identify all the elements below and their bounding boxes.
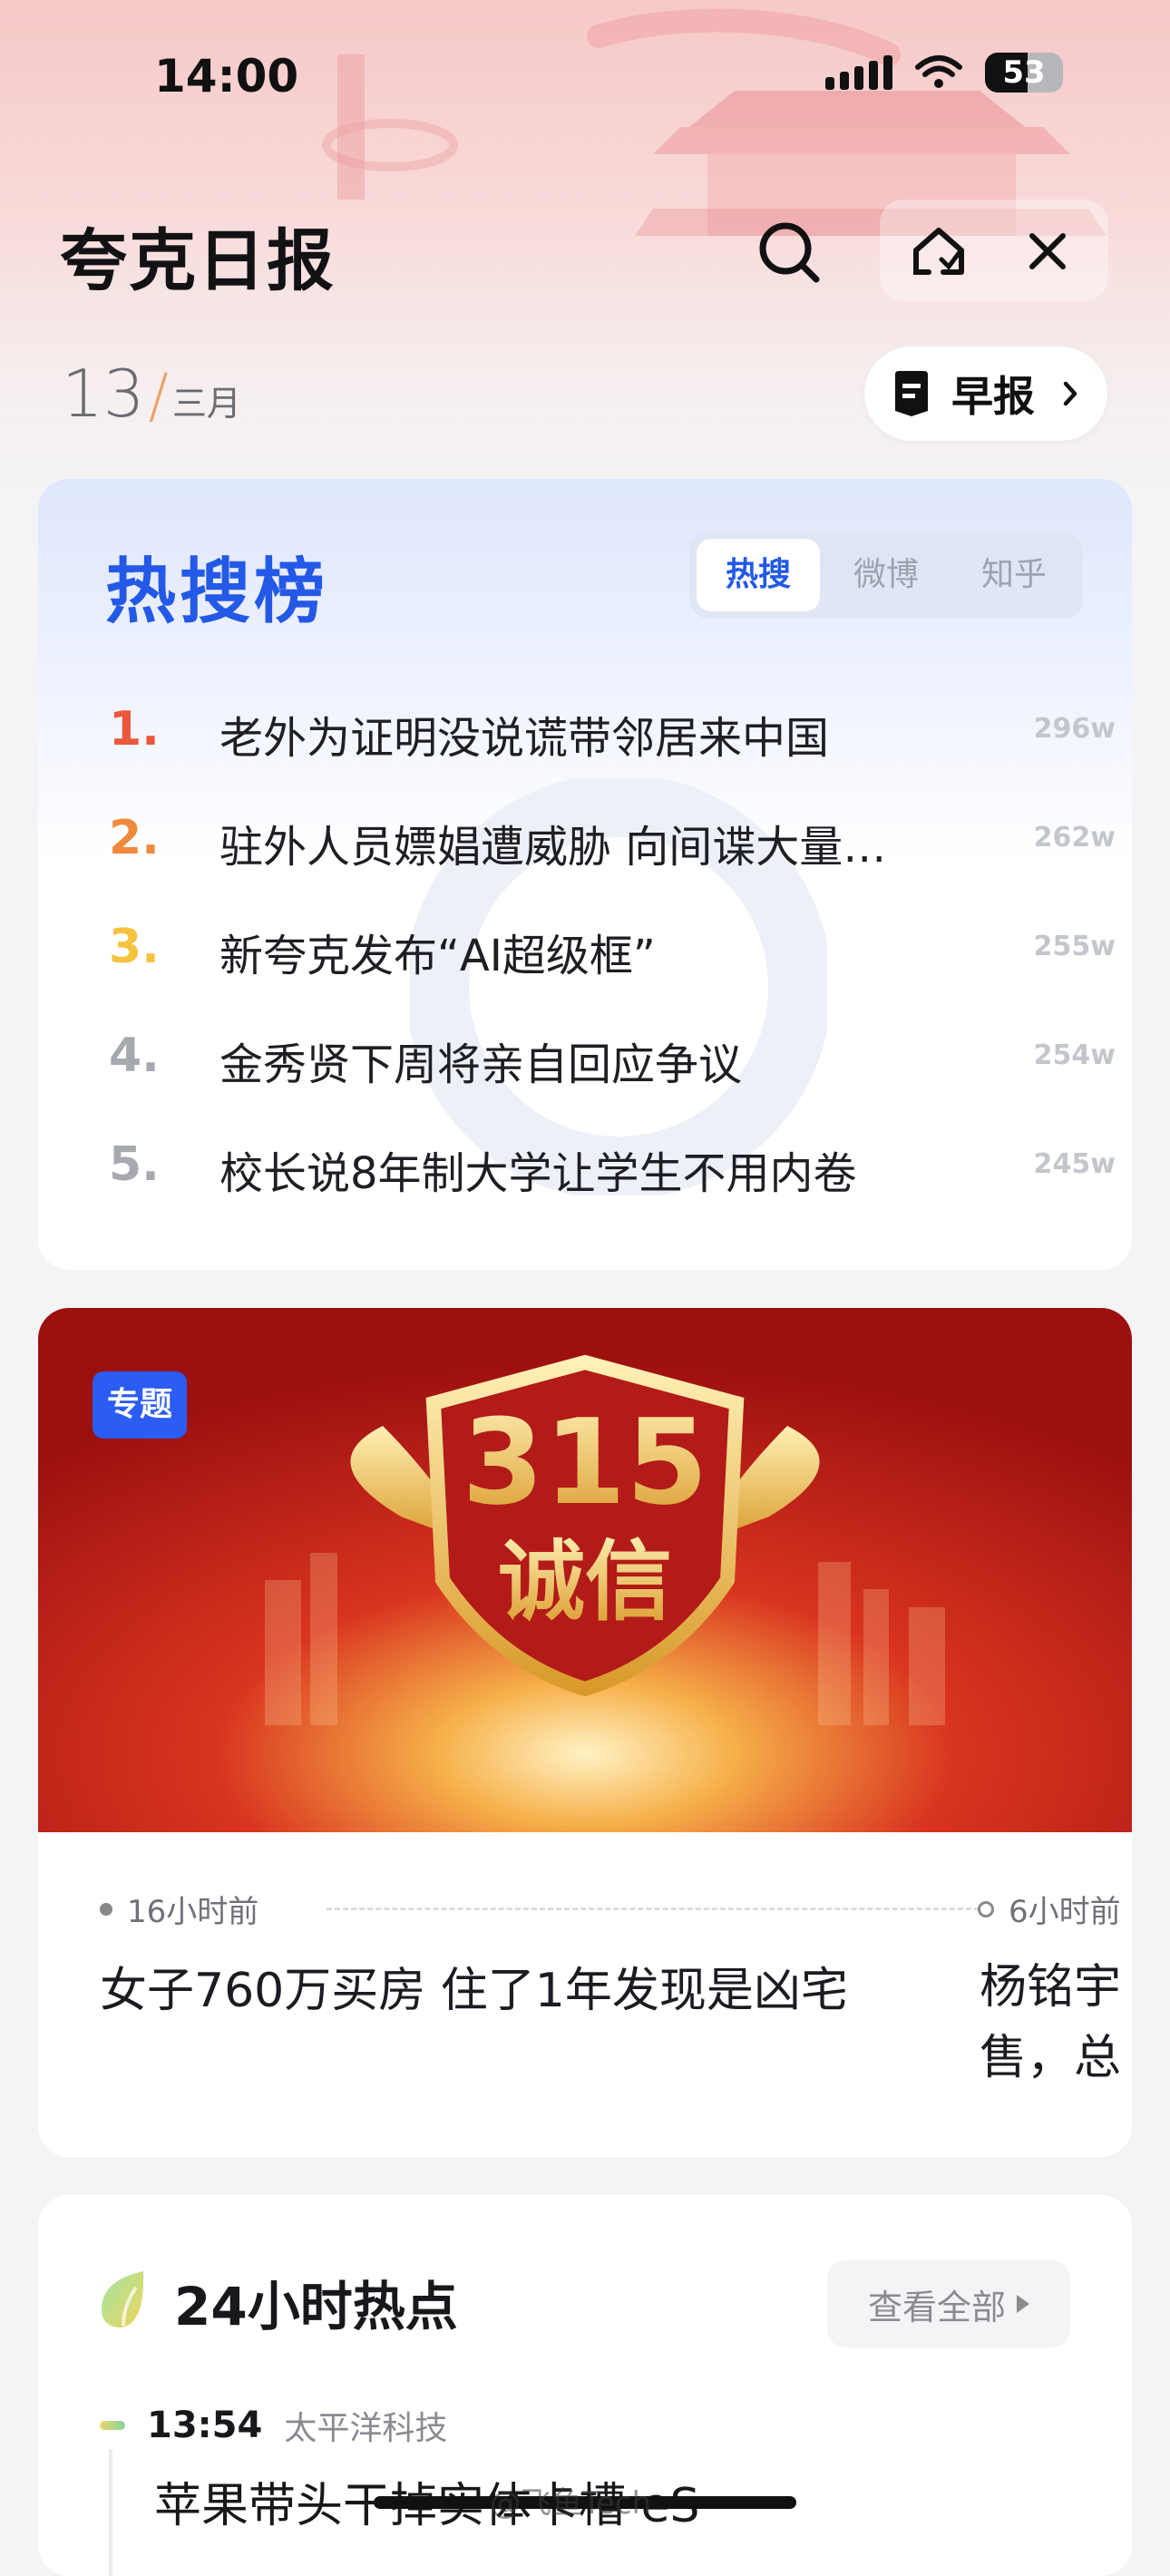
hot-search-item[interactable]: 3. 新夸克发布“AI超级框” 255w (109, 900, 1116, 1009)
document-icon (895, 371, 928, 416)
date-day: 13 (62, 356, 145, 432)
date-display: 13 / 三月 (62, 361, 241, 426)
hot-search-count: 254w (1033, 1039, 1116, 1071)
home-icon[interactable] (907, 220, 970, 283)
caret-right-icon (1017, 2295, 1029, 2313)
hot-search-item[interactable]: 1. 老外为证明没说谎带邻居来中国 296w (109, 682, 1116, 791)
view-all-button[interactable]: 查看全部 (827, 2260, 1070, 2347)
tab-hot-search[interactable]: 热搜 (697, 539, 820, 611)
hot-search-rank: 3. (109, 920, 160, 974)
hot-search-list: 1. 老外为证明没说谎带邻居来中国 296w 2. 驻外人员嫖娼遭威胁 向间谍大量… 26… (109, 682, 1116, 1226)
wifi-icon (915, 55, 962, 88)
hot-search-card: 热搜榜 热搜 微博 知乎 1. 老外为证明没说谎带邻居来中国 296w 2. 驻外人员嫖… (38, 479, 1132, 1270)
tab-weibo[interactable]: 微博 (824, 539, 948, 611)
banner-word: 诚信 (498, 1531, 672, 1633)
tab-zhihu[interactable]: 知乎 (952, 539, 1076, 611)
news-title-2-line1: 杨铭宇 (980, 1960, 1122, 2015)
hot24-title: 24小时热点 (174, 2276, 458, 2337)
hot-search-item[interactable]: 5. 校长说8年制大学让学生不用内卷 245w (109, 1117, 1116, 1226)
news-meta-1: 16小时前 (100, 1887, 258, 1931)
news-title-2[interactable]: 杨铭宇 售，总 (980, 1952, 1121, 2093)
hot-search-rank: 5. (109, 1137, 160, 1192)
date-separator: / (148, 361, 169, 431)
banner-number: 315 (462, 1393, 707, 1531)
news-time-2: 6小时前 (1009, 1894, 1121, 1930)
hot-search-text: 校长说8年制大学让学生不用内卷 (219, 1148, 857, 1199)
hot-search-text: 新夸克发布“AI超级框” (219, 931, 656, 981)
hot-search-count: 245w (1033, 1148, 1116, 1180)
hot-search-item[interactable]: 4. 金秀贤下周将亲自回应争议 254w (109, 1009, 1116, 1117)
chevron-right-icon (1063, 381, 1077, 406)
timeline-marker (100, 2421, 125, 2430)
leaf-icon (102, 2271, 144, 2327)
hot24-item-source: 太平洋科技 (284, 2410, 448, 2447)
status-indicators: 53 (825, 53, 1063, 93)
date-month: 三月 (171, 384, 241, 424)
status-time: 14:00 (154, 50, 299, 102)
hot-search-count: 296w (1033, 713, 1116, 745)
close-icon[interactable] (1016, 220, 1079, 283)
hot-search-rank: 1. (109, 702, 160, 756)
hot-search-text: 金秀贤下周将亲自回应争议 (219, 1039, 743, 1090)
topic-banner-image[interactable]: 315 诚信 (38, 1308, 1132, 1832)
topic-badge: 专题 (93, 1371, 187, 1439)
morning-report-button[interactable]: 早报 (864, 346, 1107, 441)
hot-search-rank: 4. (109, 1029, 160, 1083)
image-watermark: @飞鱼Tech (490, 2485, 652, 2522)
hot-search-count: 255w (1033, 931, 1116, 962)
header-action-group (880, 200, 1108, 301)
hot24-item-meta: 13:54 太平洋科技 (100, 2402, 447, 2449)
view-all-label: 查看全部 (867, 2287, 1006, 2327)
hot-search-title: 热搜榜 (105, 551, 329, 633)
search-icon[interactable] (753, 216, 825, 288)
timeline-line (109, 2449, 112, 2576)
app-title: 夸克日报 (60, 222, 336, 300)
hot-search-tab-group: 热搜 微博 知乎 (689, 532, 1083, 619)
timeline-divider (327, 1908, 980, 1910)
morning-report-label: 早报 (951, 372, 1035, 421)
topic-card: 315 诚信 专题 16小时前 6小时前 女子760万买房 住了1年发现是凶宅 … (38, 1308, 1132, 2157)
battery-level: 53 (1002, 54, 1046, 91)
hot24-item-time: 13:54 (147, 2405, 263, 2446)
news-title-2-line2: 售，总 (980, 2031, 1122, 2085)
news-meta-2: 6小时前 (978, 1887, 1121, 1931)
timeline-dot (100, 1902, 112, 1916)
timeline-dot (978, 1900, 994, 1917)
news-title-1[interactable]: 女子760万买房 住了1年发现是凶宅 (100, 1952, 848, 2020)
battery-icon: 53 (985, 53, 1063, 93)
hot-search-text: 驻外人员嫖娼遭威胁 向间谍大量… (219, 822, 887, 873)
cellular-signal-icon (825, 55, 892, 90)
news-time-1: 16小时前 (127, 1894, 259, 1930)
hot-search-item[interactable]: 2. 驻外人员嫖娼遭威胁 向间谍大量… 262w (109, 791, 1116, 900)
hot-search-rank: 2. (109, 811, 160, 865)
hot-search-text: 老外为证明没说谎带邻居来中国 (219, 713, 830, 764)
hot-search-count: 262w (1033, 822, 1116, 854)
